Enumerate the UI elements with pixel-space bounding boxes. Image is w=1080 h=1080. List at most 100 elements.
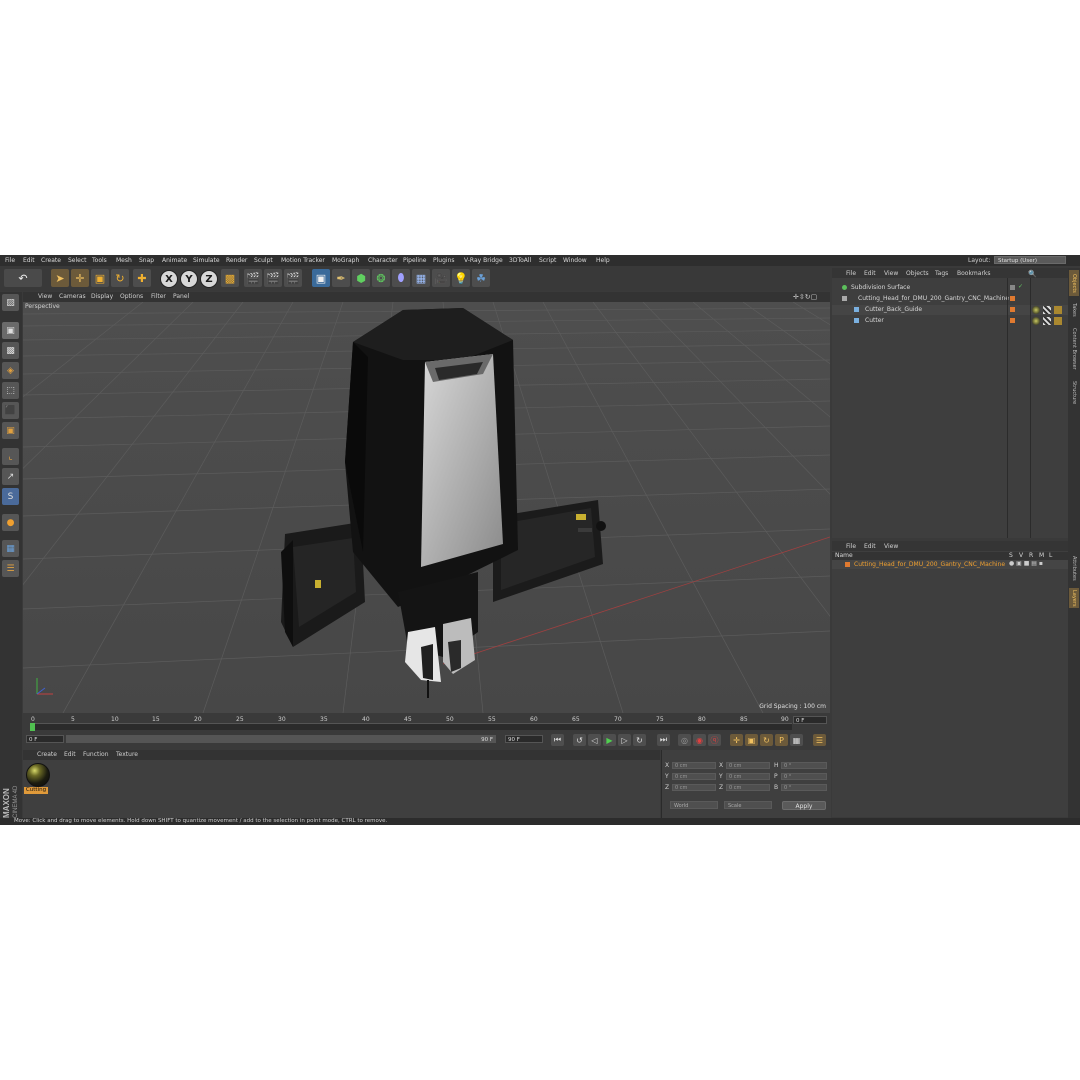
menu-pipeline[interactable]: Pipeline — [403, 257, 426, 264]
record-active-button[interactable]: ◎ — [678, 734, 691, 746]
make-editable-button[interactable]: ▨ — [2, 294, 19, 311]
autokey-button[interactable]: ◉ — [693, 734, 706, 746]
tab-attributes[interactable]: Attributes — [1069, 553, 1079, 583]
key-scale-button[interactable]: ▣ — [745, 734, 758, 746]
menu-tools[interactable]: Tools — [92, 257, 107, 264]
layers-menu-view[interactable]: View — [884, 543, 898, 550]
viewport-menu-cameras[interactable]: Cameras — [59, 293, 86, 300]
material-menu-function[interactable]: Function — [83, 751, 109, 758]
snap-button[interactable]: S — [2, 488, 19, 505]
objects-menu-tags[interactable]: Tags — [935, 270, 948, 277]
tweak-mode-button[interactable]: ↗ — [2, 468, 19, 485]
objects-menu-file[interactable]: File — [846, 270, 856, 277]
viewport-menu-options[interactable]: Options — [120, 293, 143, 300]
render-view-button[interactable]: 🎬 — [244, 269, 262, 287]
material-menu-create[interactable]: Create — [37, 751, 57, 758]
render-settings-button[interactable]: 🎬 — [284, 269, 302, 287]
rotation-p-field[interactable]: 0 ° — [781, 773, 827, 780]
menu-help[interactable]: Help — [596, 257, 610, 264]
workplane-mode-button[interactable]: ◈ — [2, 362, 19, 379]
current-frame-field[interactable]: 0 F — [793, 716, 827, 724]
size-y-field[interactable]: 0 cm — [726, 773, 770, 780]
viewport-menu-display[interactable]: Display — [91, 293, 113, 300]
floor-button[interactable]: ▦ — [412, 269, 430, 287]
viewport-menu-filter[interactable]: Filter — [151, 293, 166, 300]
key-pla-button[interactable]: ▦ — [790, 734, 803, 746]
x-axis-toggle[interactable]: X — [160, 270, 178, 288]
menu-render[interactable]: Render — [226, 257, 247, 264]
timeline-button[interactable]: ☰ — [2, 560, 19, 577]
key-parameter-button[interactable]: P — [775, 734, 788, 746]
tab-takes[interactable]: Takes — [1069, 300, 1079, 320]
menu-create[interactable]: Create — [41, 257, 61, 264]
rotation-h-field[interactable]: 0 ° — [781, 762, 827, 769]
search-icon[interactable]: 🔍 — [1028, 270, 1037, 278]
model-mode-button[interactable]: ▣ — [2, 322, 19, 339]
menu-vray-bridge[interactable]: V-Ray Bridge — [464, 257, 503, 264]
object-row[interactable]: Subdivision Surface ✓ — [832, 283, 1068, 293]
objects-menu-objects[interactable]: Objects — [906, 270, 929, 277]
scale-tool-button[interactable]: ▣ — [91, 269, 109, 287]
viewport-menu-panel[interactable]: Panel — [173, 293, 189, 300]
solo-button[interactable]: ▦ — [2, 540, 19, 557]
layout-dropdown[interactable]: Startup (User) — [994, 256, 1066, 264]
menu-sculpt[interactable]: Sculpt — [254, 257, 273, 264]
texture-mode-button[interactable]: ▩ — [2, 342, 19, 359]
menu-simulate[interactable]: Simulate — [193, 257, 220, 264]
phong-tag-icon[interactable] — [1054, 306, 1062, 314]
menu-script[interactable]: Script — [539, 257, 556, 264]
position-x-field[interactable]: 0 cm — [672, 762, 716, 769]
frame-range-slider[interactable]: 90 F — [66, 735, 496, 743]
objects-menu-view[interactable]: View — [884, 270, 898, 277]
viewport-navigation-icon[interactable]: ✛⇳↻▢ — [793, 293, 817, 301]
menu-3dtoall[interactable]: 3DToAll — [509, 257, 531, 264]
object-row[interactable]: Cutter_Back_Guide — [832, 305, 1068, 315]
size-mode-dropdown[interactable]: Scale — [724, 801, 772, 809]
menu-motion-tracker[interactable]: Motion Tracker — [281, 257, 325, 264]
layer-row[interactable]: Cutting_Head_for_DMU_200_Gantry_CNC_Mach… — [832, 560, 1068, 569]
layers-menu-edit[interactable]: Edit — [864, 543, 876, 550]
previous-frame-button[interactable]: ◁ — [588, 734, 601, 746]
menu-file[interactable]: File — [5, 257, 15, 264]
menu-select[interactable]: Select — [68, 257, 87, 264]
material-swatch[interactable]: Cutting — [23, 760, 51, 796]
material-menu-texture[interactable]: Texture — [116, 751, 138, 758]
tab-structure[interactable]: Structure — [1069, 378, 1079, 408]
material-menu-edit[interactable]: Edit — [64, 751, 76, 758]
light-button[interactable]: 💡 — [452, 269, 470, 287]
tab-content-browser[interactable]: Content Browser — [1069, 324, 1079, 374]
go-to-start-button[interactable]: ⏮ — [551, 734, 564, 746]
edges-mode-button[interactable]: ⬛ — [2, 402, 19, 419]
go-to-end-button[interactable]: ⏭ — [657, 734, 670, 746]
live-selection-button[interactable]: ✚ — [133, 269, 151, 287]
sculpt-button[interactable]: ● — [2, 514, 19, 531]
axis-mode-button[interactable]: ⌞ — [2, 448, 19, 465]
menu-character[interactable]: Character — [368, 257, 398, 264]
select-tool-button[interactable]: ➤ — [51, 269, 69, 287]
coordinate-mode-dropdown[interactable]: World — [670, 801, 718, 809]
render-picture-viewer-button[interactable]: 🎬 — [264, 269, 282, 287]
timeline-ruler[interactable] — [30, 723, 792, 731]
size-x-field[interactable]: 0 cm — [726, 762, 770, 769]
phong-tag-icon[interactable] — [1054, 317, 1062, 325]
cube-object-button[interactable]: ▣ — [312, 269, 330, 287]
menu-mograph[interactable]: MoGraph — [332, 257, 359, 264]
menu-animate[interactable]: Animate — [162, 257, 187, 264]
menu-snap[interactable]: Snap — [139, 257, 154, 264]
menu-mesh[interactable]: Mesh — [116, 257, 132, 264]
array-button[interactable]: ❂ — [372, 269, 390, 287]
polygons-mode-button[interactable]: ▣ — [2, 422, 19, 439]
viewport-menu-view[interactable]: View — [38, 293, 52, 300]
previous-key-button[interactable]: ↺ — [573, 734, 586, 746]
points-mode-button[interactable]: ⬚ — [2, 382, 19, 399]
start-frame-field[interactable]: 0 F — [26, 735, 64, 743]
y-axis-toggle[interactable]: Y — [180, 270, 198, 288]
menu-edit[interactable]: Edit — [23, 257, 35, 264]
objects-menu-bookmarks[interactable]: Bookmarks — [957, 270, 991, 277]
end-frame-field[interactable]: 90 F — [505, 735, 543, 743]
keyframe-selection-button[interactable]: ⓠ — [708, 734, 721, 746]
position-z-field[interactable]: 0 cm — [672, 784, 716, 791]
objects-menu-edit[interactable]: Edit — [864, 270, 876, 277]
texture-tag-icon[interactable] — [1043, 306, 1051, 314]
material-tag-icon[interactable] — [1032, 317, 1040, 325]
